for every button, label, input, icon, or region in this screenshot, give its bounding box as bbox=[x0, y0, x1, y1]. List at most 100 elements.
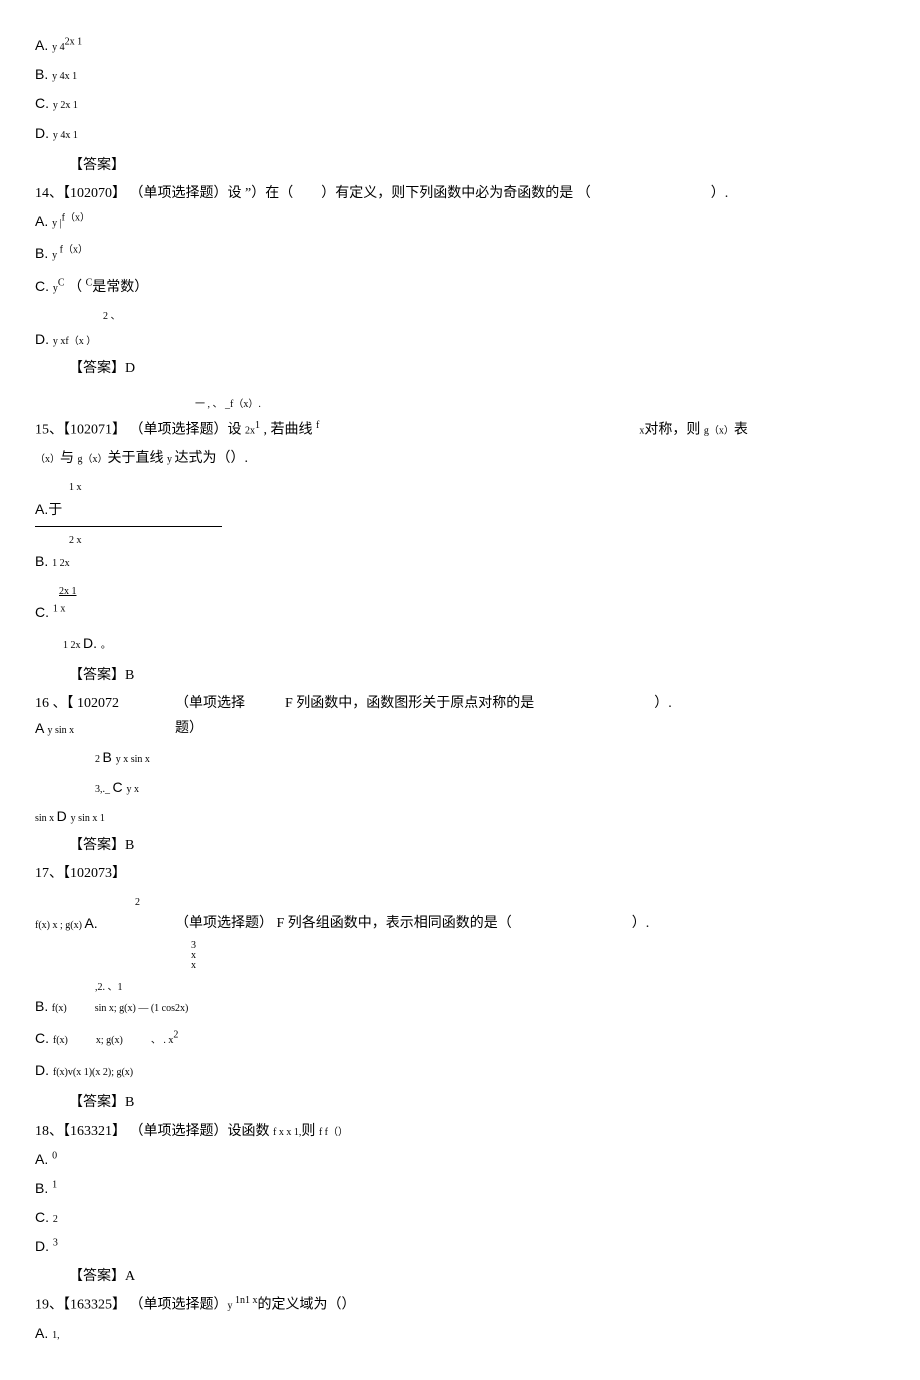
option-label: B. bbox=[35, 998, 48, 1014]
q18-option-b: B. 1 bbox=[35, 1176, 885, 1202]
q17-option-d: D. f(x)v(x 1)(x 2); g(x) bbox=[35, 1058, 885, 1084]
stem-text: 关于直线 bbox=[108, 451, 168, 466]
q15-option-a: A.于 bbox=[35, 497, 885, 523]
q17-frac: 3 x x bbox=[191, 941, 885, 971]
stem-text: 设 bbox=[228, 423, 246, 438]
option-mid: x; g(x) bbox=[96, 1035, 123, 1046]
frac-mid: x bbox=[191, 951, 885, 961]
option-sup: 2x 1 bbox=[65, 36, 83, 47]
option-sup: f（x） bbox=[60, 245, 88, 256]
option-label: C. bbox=[35, 604, 53, 620]
option-text: y xf（x ） bbox=[53, 336, 96, 347]
stem-text: （x） bbox=[35, 454, 60, 465]
option-sup: 2 bbox=[173, 1029, 178, 1040]
option-under: 2x 1 bbox=[59, 586, 77, 597]
stem-text: g（x） bbox=[78, 454, 108, 465]
option-label: A. bbox=[35, 213, 52, 229]
option-label: B. bbox=[35, 553, 52, 569]
q16-option-d: sin x D y sin x 1 bbox=[35, 804, 885, 830]
over-left: 一 , 、 _ bbox=[195, 399, 230, 410]
option-ctx: （ bbox=[68, 280, 86, 295]
option-sup-line: 2 、 bbox=[103, 311, 121, 322]
stem-text: 达式为（）. bbox=[175, 451, 249, 466]
stem-tail: ）. bbox=[654, 696, 672, 711]
stem-tail: 的定义域为（） bbox=[258, 1297, 356, 1312]
q19-option-a: A. 1, bbox=[35, 1321, 885, 1347]
option-sup: 2 bbox=[135, 897, 140, 908]
option-foot: 1 2x bbox=[63, 640, 83, 651]
q17-head: 17、【102073】 bbox=[35, 861, 885, 886]
option-text: 于 bbox=[48, 503, 62, 518]
option-text: y 4 bbox=[52, 42, 65, 53]
option-tail: 、 . x bbox=[151, 1035, 174, 1046]
answer-text: 【答案】B bbox=[69, 838, 134, 853]
option-label: D bbox=[57, 808, 71, 824]
option-label: A. bbox=[35, 501, 48, 517]
q18-answer: 【答案】A bbox=[35, 1264, 885, 1289]
q16-answer: 【答案】B bbox=[35, 833, 885, 858]
stem-f: f x x 1, bbox=[273, 1127, 301, 1138]
stem-text: , 若曲线 bbox=[260, 423, 316, 438]
question-id: 【 102072 bbox=[67, 696, 120, 711]
q13-answer: 【答案】 bbox=[35, 153, 885, 178]
q13-option-a: A. y 42x 1 bbox=[35, 33, 885, 59]
q15-option-d: 1 2x D. 。 bbox=[63, 631, 885, 657]
q15-stem-line2: （x）与 g（x）关于直线 y 达式为（）. bbox=[35, 446, 885, 471]
option-tail: 是常数） bbox=[92, 280, 148, 295]
answer-text: 【答案】A bbox=[69, 1269, 135, 1284]
option-label: B. bbox=[35, 66, 52, 82]
q18-stem: 18、【163321】 （单项选择题）设函数 f x x 1,则 f f（） bbox=[35, 1119, 885, 1144]
answer-text: 【答案】D bbox=[69, 361, 135, 376]
answer-text: 【答案】B bbox=[69, 668, 134, 683]
stem-text: ”） bbox=[245, 186, 265, 201]
option-pre: f(x) x ; g(x) bbox=[35, 920, 84, 931]
option-label: A. bbox=[35, 37, 52, 53]
question-type: （单项选择题） bbox=[130, 186, 228, 201]
stem-text: 在（ bbox=[265, 186, 293, 201]
stem-text: 对称，则 bbox=[644, 423, 704, 438]
q15-stem: 15、【102071】 （单项选择题）设 2x1 , 若曲线 fx对称，则 g（… bbox=[35, 417, 885, 443]
question-type: （单项选择题） bbox=[130, 1297, 228, 1312]
q14-option-d: D. y xf（x ） bbox=[35, 327, 885, 353]
stem-text: 与 bbox=[60, 451, 78, 466]
q16-stem-line: F 列函数中，函数图形关于原点对称的是）. bbox=[285, 691, 885, 716]
option-text: f(x)v(x 1)(x 2); g(x) bbox=[53, 1067, 133, 1078]
option-top: 1 x bbox=[69, 482, 82, 493]
q16-option-c: 3,._ C y x bbox=[35, 775, 885, 801]
q17-option-b: B. f(x)sin x; g(x) — (1 cos2x) bbox=[35, 994, 885, 1020]
option-text: 1, bbox=[52, 1330, 60, 1341]
q14-option-b: B. y f（x） bbox=[35, 241, 885, 267]
question-number: 18、 bbox=[35, 1124, 63, 1139]
option-sup: C bbox=[58, 277, 65, 288]
option-text: 2 bbox=[53, 1214, 58, 1225]
stem-text: ）有定义，则下列函数中必为奇函数的是 （ bbox=[321, 186, 591, 201]
option-text: y x sin x bbox=[116, 754, 150, 765]
option-label: D. bbox=[35, 125, 53, 141]
q18-option-c: C. 2 bbox=[35, 1205, 885, 1231]
option-sup: f（x） bbox=[62, 212, 90, 223]
question-id: 【102071】 bbox=[63, 423, 126, 438]
option-text: 1 2x bbox=[52, 558, 70, 569]
q17-stem-row: f(x) x ; g(x) A. （单项选择题） F 列各组函数中，表示相同函数… bbox=[35, 911, 885, 937]
option-pre: 2 bbox=[95, 754, 103, 765]
q13-option-c: C. y 2x 1 bbox=[35, 91, 885, 117]
stem-ff: f f（） bbox=[319, 1127, 348, 1138]
option-text: y 4x 1 bbox=[53, 130, 78, 141]
option-label: D. bbox=[35, 331, 53, 347]
q16-stem-row: 16 、【 102072 A y sin x （单项选择 题） F 列函数中，函… bbox=[35, 691, 885, 742]
option-text: 0 bbox=[52, 1150, 57, 1161]
q13-option-b: B. y 4x 1 bbox=[35, 62, 885, 88]
stem-tail: ）. bbox=[632, 916, 650, 931]
option-label: D. bbox=[35, 1238, 53, 1254]
stem-frac: 2x bbox=[245, 426, 255, 437]
answer-text: 【答案】B bbox=[69, 1095, 134, 1110]
option-label: D. bbox=[83, 635, 101, 651]
stem-text: 设 bbox=[228, 186, 246, 201]
q19-stem: 19、【163325】 （单项选择题）y 1n1 x的定义域为（） bbox=[35, 1292, 885, 1318]
option-foot: sin x bbox=[35, 813, 57, 824]
option-text: 1 x bbox=[53, 604, 66, 615]
option-pre: f(x) bbox=[53, 1035, 68, 1046]
question-number: 19、 bbox=[35, 1297, 63, 1312]
option-label: D. bbox=[35, 1062, 53, 1078]
option-top: 2 x bbox=[69, 535, 82, 546]
